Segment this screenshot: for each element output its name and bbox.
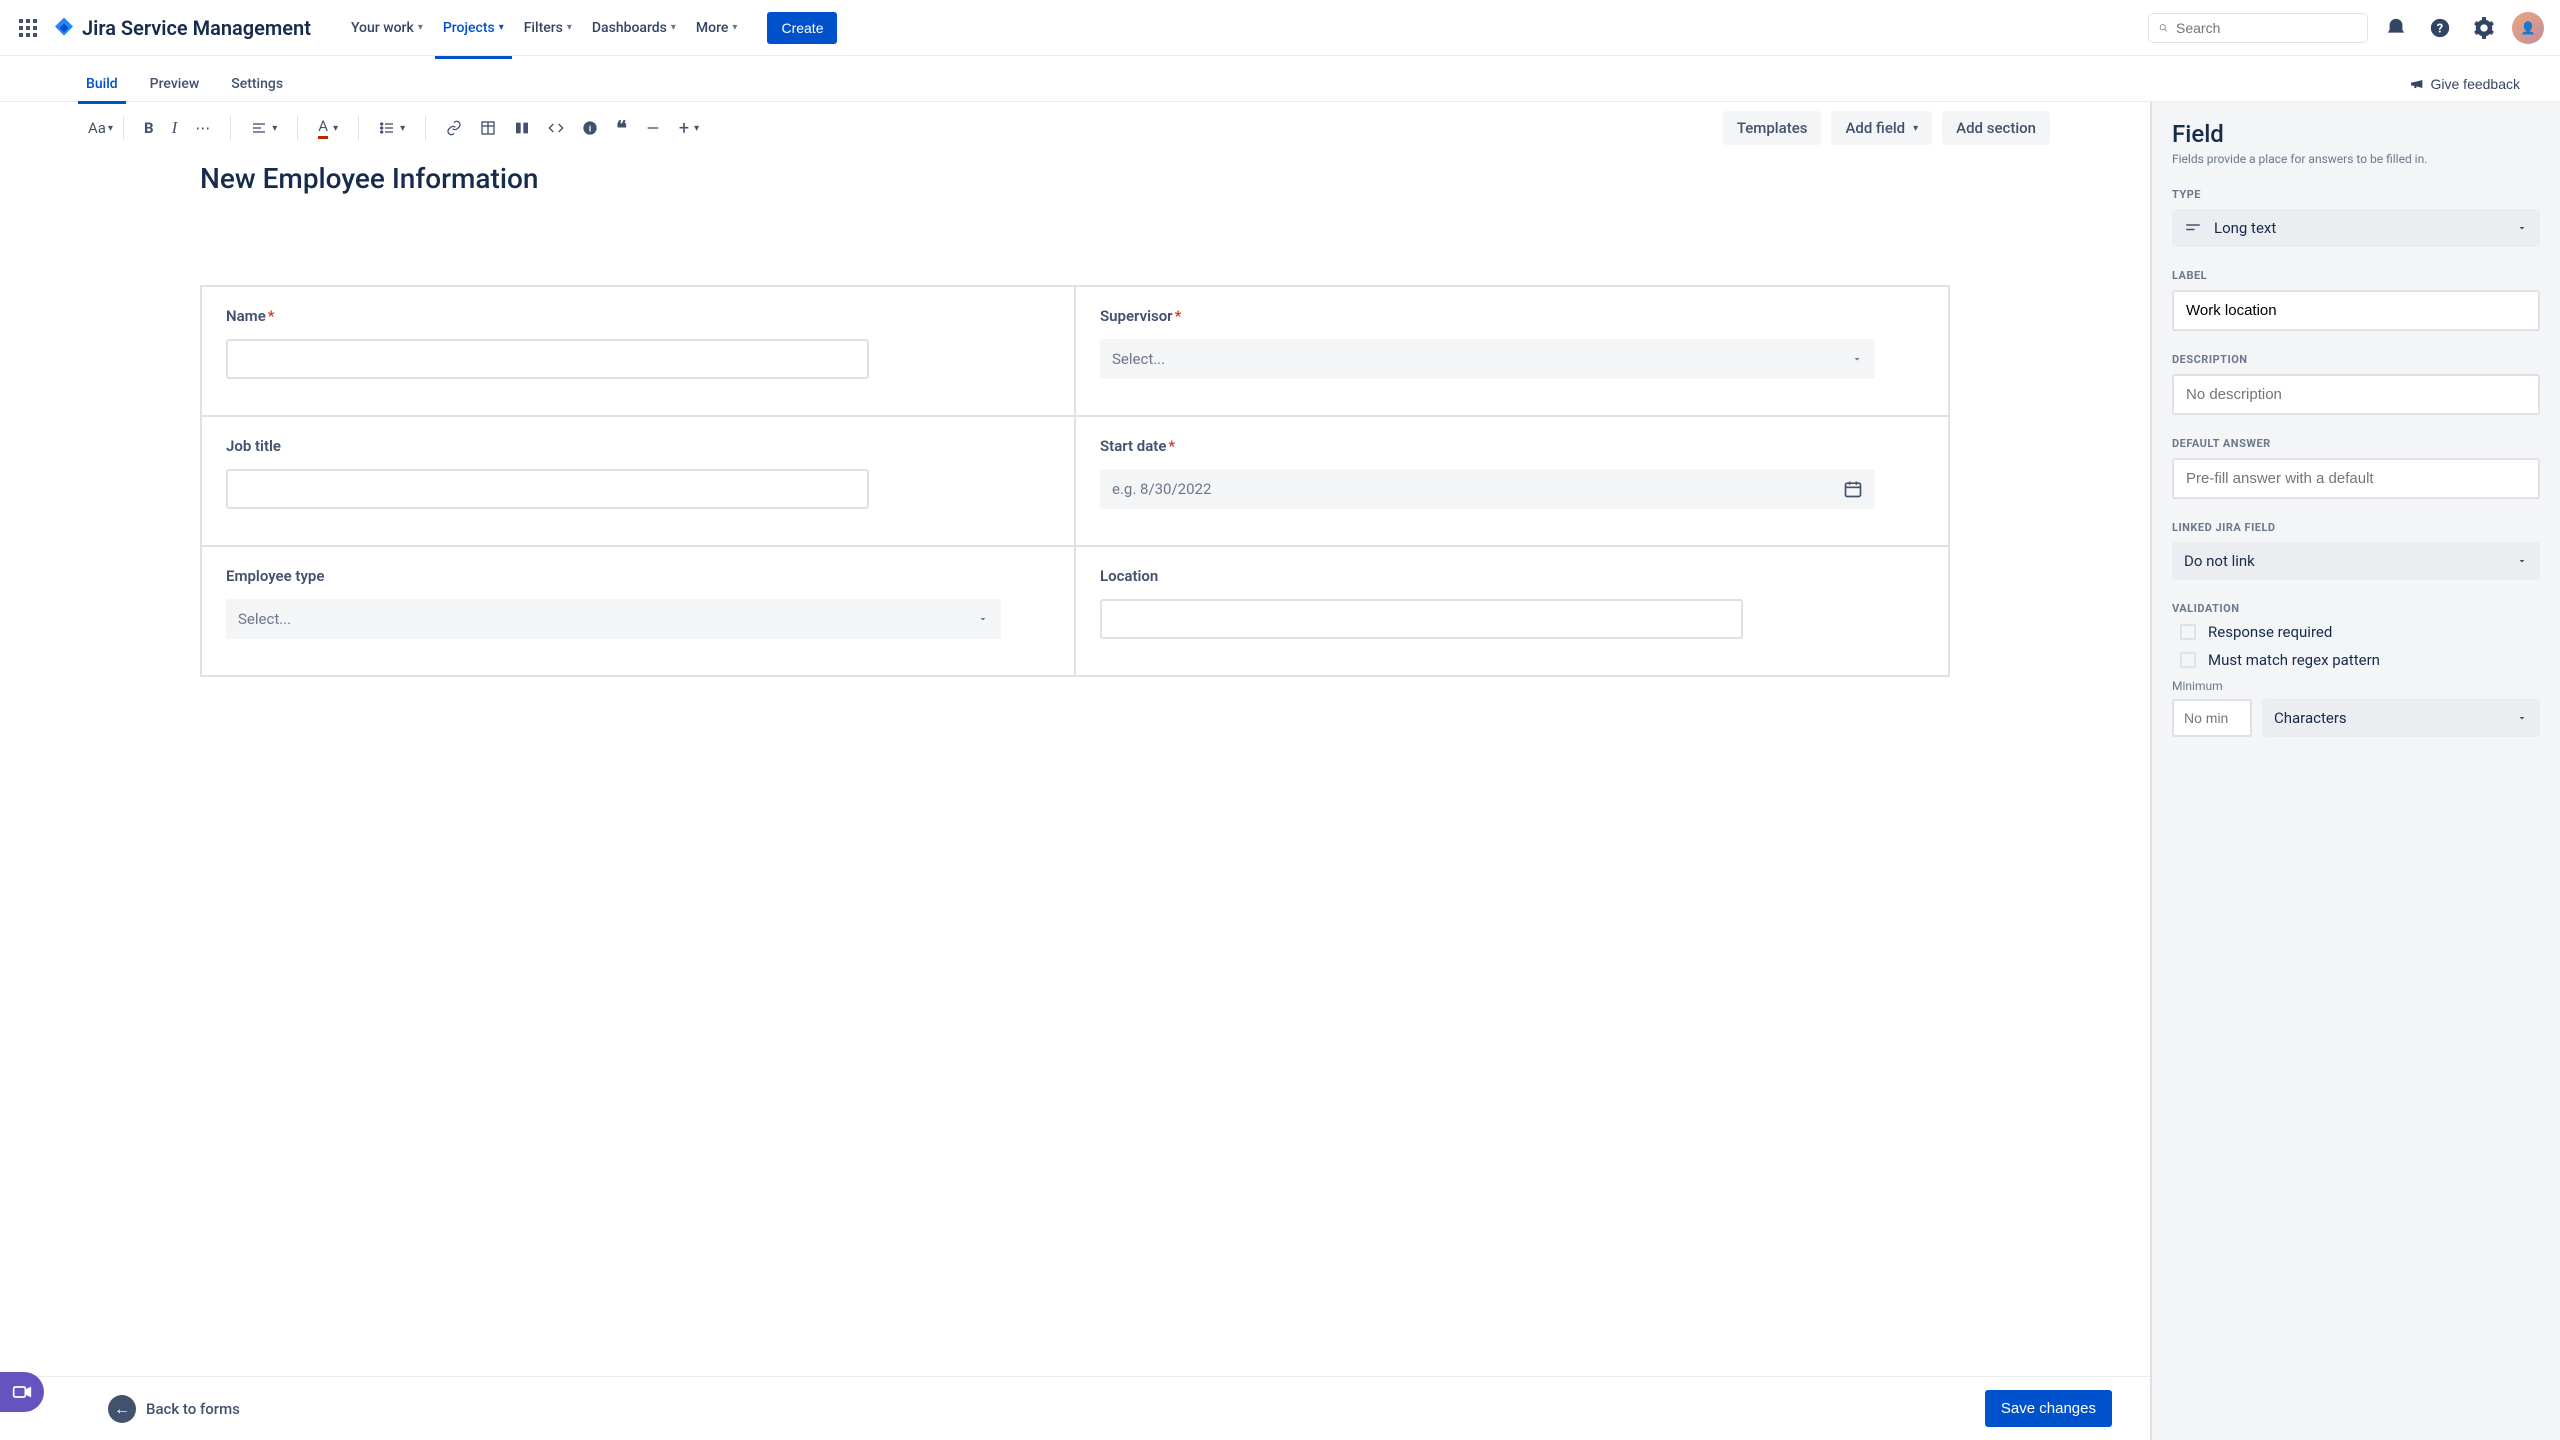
back-to-forms-button[interactable]: ← Back to forms [108, 1395, 240, 1423]
bold-button[interactable]: B [136, 113, 162, 143]
field-location[interactable]: Location [1074, 547, 1948, 675]
templates-button[interactable]: Templates [1723, 111, 1822, 145]
chevron-down-icon [2516, 555, 2528, 567]
tab-preview[interactable]: Preview [142, 66, 208, 102]
start-date-input[interactable]: e.g. 8/30/2022 [1100, 469, 1875, 509]
min-value-input[interactable] [2172, 699, 2252, 737]
jira-icon [52, 16, 76, 40]
product-name: Jira Service Management [82, 16, 311, 40]
nav-projects[interactable]: Projects▾ [435, 14, 512, 42]
text-color-dropdown[interactable]: A▾ [310, 111, 346, 145]
back-arrow-icon: ← [108, 1395, 136, 1423]
linked-jira-field-select[interactable]: Do not link [2172, 542, 2540, 580]
form-title[interactable]: New Employee Information [200, 162, 1950, 195]
nav-your-work[interactable]: Your work▾ [343, 14, 431, 42]
search-icon [2159, 20, 2168, 36]
field-supervisor[interactable]: Supervisor* Select... [1074, 287, 1948, 415]
supervisor-select[interactable]: Select... [1100, 339, 1875, 379]
notifications-icon[interactable] [2380, 12, 2412, 44]
nav-filters[interactable]: Filters▾ [516, 14, 580, 42]
tab-settings[interactable]: Settings [223, 66, 291, 102]
name-input[interactable] [226, 339, 869, 379]
location-input[interactable] [1100, 599, 1743, 639]
video-fab[interactable] [0, 1372, 44, 1412]
field-type-select[interactable]: Long text [2172, 209, 2540, 247]
info-button[interactable]: i [574, 114, 606, 142]
nav-items: Your work▾ Projects▾ Filters▾ Dashboards… [343, 14, 746, 42]
editor-footer: ← Back to forms Save changes [0, 1376, 2150, 1440]
field-start-date[interactable]: Start date* e.g. 8/30/2022 [1074, 417, 1948, 545]
response-required-checkbox[interactable]: Response required [2172, 623, 2540, 641]
field-description-input[interactable] [2172, 374, 2540, 415]
save-changes-button[interactable]: Save changes [1985, 1390, 2112, 1427]
panel-subtitle: Fields provide a place for answers to be… [2172, 152, 2540, 166]
nav-dashboards[interactable]: Dashboards▾ [584, 14, 684, 42]
tab-build[interactable]: Build [78, 66, 126, 102]
app-switcher-icon[interactable] [16, 16, 40, 40]
product-logo[interactable]: Jira Service Management [52, 16, 311, 40]
divider-button[interactable] [637, 114, 669, 142]
align-dropdown[interactable]: ▾ [243, 114, 285, 142]
form-table: Name* Supervisor* Select... Job title [200, 285, 1950, 677]
video-icon [12, 1382, 32, 1402]
svg-text:?: ? [2437, 21, 2443, 36]
user-avatar[interactable]: 👤 [2512, 12, 2544, 44]
link-button[interactable] [438, 114, 470, 142]
settings-icon[interactable] [2468, 12, 2500, 44]
svg-text:i: i [589, 124, 591, 134]
create-button[interactable]: Create [767, 12, 837, 44]
calendar-icon [1843, 479, 1863, 499]
editor-pane: Aa▾ B I ⋯ ▾ A▾ ▾ [0, 102, 2150, 1440]
list-dropdown[interactable]: ▾ [371, 114, 413, 142]
field-default-input[interactable] [2172, 458, 2540, 499]
field-properties-panel: Field Fields provide a place for answers… [2150, 102, 2560, 1440]
add-field-button[interactable]: Add field▾ [1831, 111, 1932, 145]
insert-dropdown[interactable]: +▾ [671, 112, 707, 145]
search-input[interactable] [2176, 20, 2357, 36]
editor-toolbar: Aa▾ B I ⋯ ▾ A▾ ▾ [0, 102, 2150, 154]
chevron-down-icon [2516, 712, 2528, 724]
nav-more[interactable]: More▾ [688, 14, 746, 42]
chevron-down-icon [2516, 222, 2528, 234]
panel-title: Field [2172, 120, 2540, 148]
long-text-icon [2184, 219, 2202, 237]
more-formatting-button[interactable]: ⋯ [187, 113, 218, 143]
chevron-down-icon [977, 613, 989, 625]
give-feedback-button[interactable]: Give feedback [2397, 69, 2533, 99]
help-icon[interactable]: ? [2424, 12, 2456, 44]
layout-button[interactable] [506, 114, 538, 142]
field-label-input[interactable] [2172, 290, 2540, 331]
table-button[interactable] [472, 114, 504, 142]
chevron-down-icon [1851, 353, 1863, 365]
field-employee-type[interactable]: Employee type Select... [202, 547, 1074, 675]
employee-type-select[interactable]: Select... [226, 599, 1001, 639]
sub-tabs: Build Preview Settings Give feedback [0, 56, 2560, 102]
field-name[interactable]: Name* [202, 287, 1074, 415]
quote-button[interactable]: ❝ [608, 110, 635, 146]
megaphone-icon [2409, 76, 2425, 92]
regex-checkbox[interactable]: Must match regex pattern [2172, 651, 2540, 669]
search-box[interactable] [2148, 13, 2368, 43]
code-button[interactable] [540, 114, 572, 142]
job-title-input[interactable] [226, 469, 869, 509]
text-style-dropdown[interactable]: Aa▾ [80, 113, 121, 143]
italic-button[interactable]: I [164, 112, 186, 144]
add-section-button[interactable]: Add section [1942, 111, 2050, 145]
field-job-title[interactable]: Job title [202, 417, 1074, 545]
top-navigation: Jira Service Management Your work▾ Proje… [0, 0, 2560, 56]
min-unit-select[interactable]: Characters [2262, 699, 2540, 737]
